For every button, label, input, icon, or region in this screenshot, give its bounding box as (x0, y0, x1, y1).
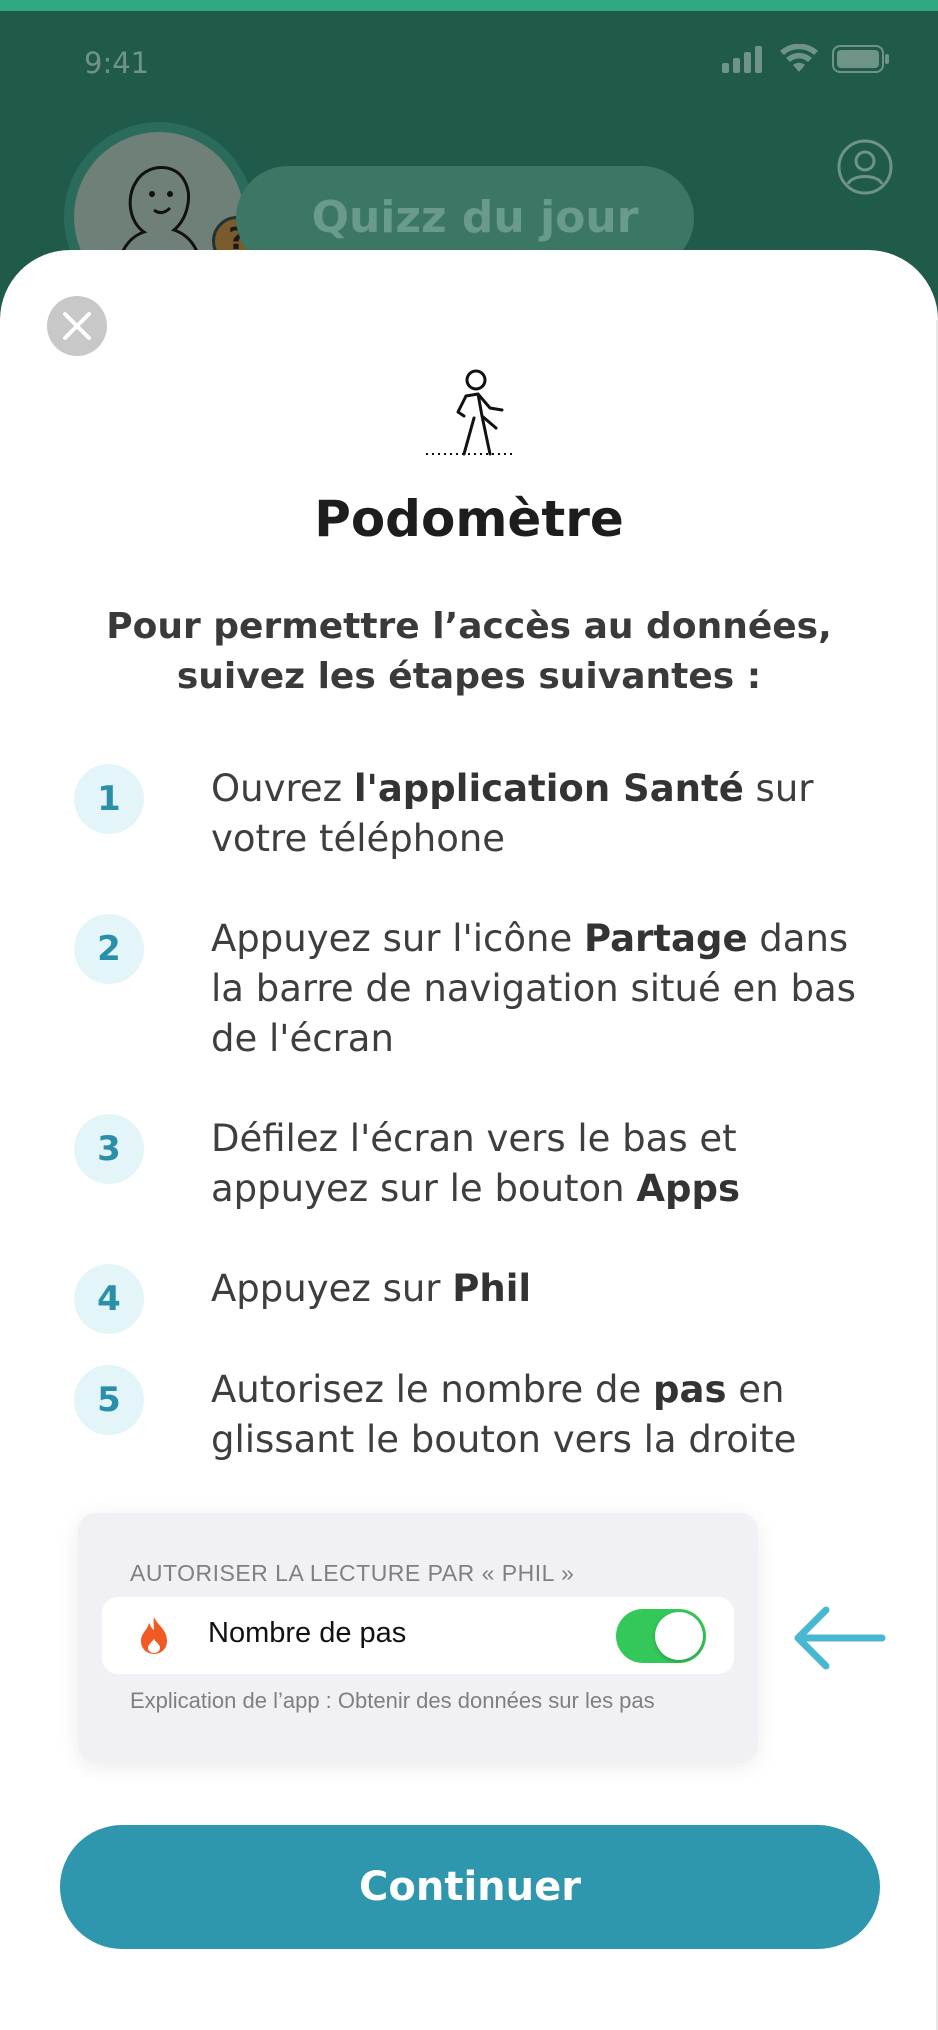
step-text-part: Autorisez le nombre de (211, 1368, 653, 1411)
row-label: Nombre de pas (208, 1617, 407, 1649)
profile-icon[interactable] (836, 138, 894, 196)
step-text-bold: pas (652, 1368, 727, 1411)
close-button[interactable] (47, 296, 107, 356)
continue-button[interactable]: Continuer (60, 1825, 880, 1949)
battery-icon (832, 45, 889, 73)
step-text-bold: Phil (452, 1267, 532, 1310)
step-text-part: Appuyez sur l'icône (211, 917, 584, 960)
step-text-part: Ouvrez (211, 767, 354, 810)
modal-title: Podomètre (314, 490, 624, 548)
step-number: 4 (74, 1264, 144, 1334)
status-icons (722, 44, 890, 74)
wifi-icon (780, 44, 818, 72)
card-footer: Explication de l’app : Obtenir des donné… (130, 1688, 655, 1713)
modal-subtitle: Pour permettre l’accès au données, suive… (106, 606, 832, 697)
step-number: 3 (74, 1114, 144, 1184)
step-number: 2 (74, 914, 144, 984)
walking-person-icon (426, 369, 514, 456)
arrow-left-icon (794, 1606, 886, 1670)
top-accent-line (0, 0, 938, 11)
step-text: Défilez l'écran vers le bas et appuyez s… (211, 1114, 881, 1214)
card-header: AUTORISER LA LECTURE PAR « PHIL » (130, 1560, 575, 1586)
flame-icon (141, 1617, 167, 1654)
step-text: Autorisez le nombre de pas en glissant l… (211, 1365, 881, 1465)
step-text: Appuyez sur Phil (211, 1264, 881, 1314)
step-text: Appuyez sur l'icône Partage dans la barr… (211, 914, 881, 1064)
signal-icon (722, 46, 762, 73)
step-text-bold: Partage (583, 917, 748, 960)
step-text: Ouvrez l'application Santé sur votre tél… (211, 764, 881, 864)
step-number: 5 (74, 1365, 144, 1435)
toggle-knob (655, 1612, 703, 1660)
step-text-part: Appuyez sur (211, 1267, 453, 1310)
step-text-bold: l'application Santé (353, 767, 744, 810)
status-time: 9:41 (84, 46, 150, 80)
close-icon (63, 312, 91, 340)
step-text-bold: Apps (636, 1167, 741, 1210)
steps-toggle[interactable] (616, 1609, 706, 1663)
step-number: 1 (74, 764, 144, 834)
